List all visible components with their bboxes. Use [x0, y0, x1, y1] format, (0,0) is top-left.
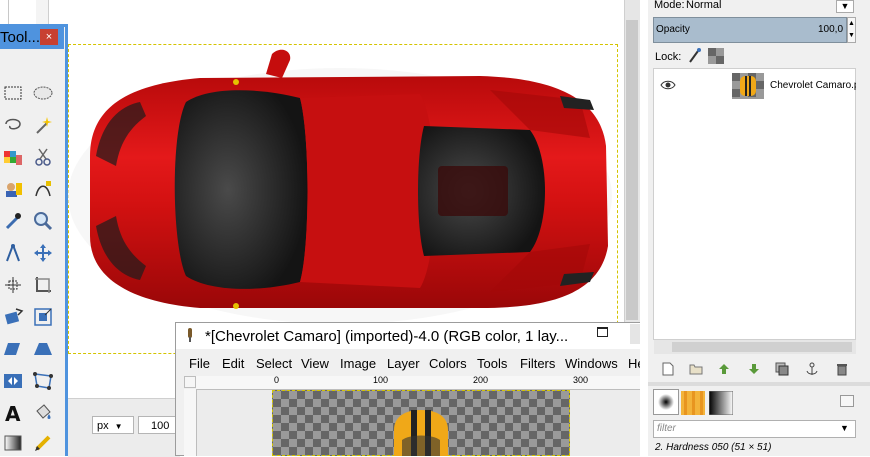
lock-alpha-icon[interactable] [708, 48, 724, 64]
unit-value: px [97, 420, 109, 432]
ruler-tick: 200 [473, 375, 489, 385]
foreground-select-icon[interactable] [0, 176, 26, 202]
flip-icon[interactable] [0, 368, 26, 394]
layers-list [653, 68, 856, 340]
menu-layer[interactable]: Layer [387, 356, 420, 372]
menu-colors[interactable]: Colors [429, 356, 467, 372]
rect-select-icon[interactable] [0, 80, 26, 106]
gimp-icon [188, 328, 192, 342]
toolbox-close-button[interactable]: × [40, 29, 58, 45]
lock-pixels-icon[interactable] [687, 48, 701, 64]
brush-name: 2. Hardness 050 (51 × 51) [655, 442, 772, 453]
layer-thumbnail [732, 73, 764, 99]
dock-divider[interactable] [648, 382, 870, 386]
chevron-down-icon[interactable]: ▼ [836, 0, 854, 13]
ellipse-select-icon[interactable] [30, 80, 56, 106]
toolbox-title: Tool... [0, 29, 41, 46]
paths-icon[interactable] [30, 176, 56, 202]
measure-icon[interactable] [0, 240, 26, 266]
menu-edit[interactable]: Edit [222, 356, 244, 372]
layer-name[interactable]: Chevrolet Camaro.p [770, 80, 856, 92]
dock-separator [640, 0, 648, 456]
gradients-tab[interactable] [709, 391, 733, 415]
panel-menu-icon[interactable] [840, 395, 854, 407]
text-tool-icon[interactable]: A [0, 400, 26, 426]
rotate-icon[interactable] [0, 304, 26, 330]
duplicate-layer-icon[interactable] [774, 361, 790, 377]
cage-transform-icon[interactable] [30, 368, 56, 394]
menu-tools[interactable]: Tools [477, 356, 507, 372]
anchor-layer-icon[interactable] [804, 361, 820, 377]
bucket-fill-icon[interactable] [30, 400, 56, 426]
patterns-tab[interactable] [681, 391, 705, 415]
shear-icon[interactable] [0, 336, 26, 362]
layers-scroll-thumb[interactable] [672, 342, 852, 352]
navigate-corner-button[interactable] [184, 376, 196, 388]
opacity-value[interactable]: 100,0 [818, 23, 843, 37]
scissors-icon[interactable] [30, 144, 56, 170]
chevron-down-icon[interactable]: ▼ [840, 423, 849, 433]
ruler-tick: 100 [373, 375, 389, 385]
color-picker-icon[interactable] [0, 208, 26, 234]
mode-label: Mode: [654, 0, 685, 11]
svg-text:A: A [5, 402, 21, 424]
delete-layer-icon[interactable] [834, 361, 850, 377]
brushes-tab[interactable] [653, 389, 679, 415]
yellow-car-image [394, 410, 448, 456]
menu-select[interactable]: Select [256, 356, 292, 372]
zoom-field[interactable]: 100 % [138, 416, 178, 434]
opacity-label: Opacity [656, 24, 690, 35]
pencil-icon[interactable] [30, 430, 56, 456]
fuzzy-select-icon[interactable] [30, 112, 56, 138]
mode-select[interactable]: Normal [686, 0, 721, 12]
menu-file[interactable]: File [189, 356, 210, 372]
ruler-tick: 300 [573, 375, 589, 385]
image-window-title: *[Chevrolet Camaro] (imported)-4.0 (RGB … [205, 328, 569, 345]
ruler-tick: 0 [274, 375, 280, 385]
raise-layer-icon[interactable] [716, 361, 732, 377]
unit-select[interactable]: px ▼ [92, 416, 134, 434]
lasso-icon[interactable] [0, 112, 26, 138]
move-icon[interactable] [30, 240, 56, 266]
canvas-scroll-thumb[interactable] [626, 20, 638, 320]
new-layer-group-icon[interactable] [688, 361, 704, 377]
lower-layer-icon[interactable] [746, 361, 762, 377]
scale-icon[interactable] [30, 304, 56, 330]
menu-view[interactable]: View [301, 356, 329, 372]
eye-icon[interactable] [660, 79, 676, 91]
crop-icon[interactable] [30, 272, 56, 298]
menu-image[interactable]: Image [340, 356, 376, 372]
zoom-icon[interactable] [30, 208, 56, 234]
brush-filter-input[interactable]: filter [653, 420, 856, 438]
select-by-color-icon[interactable] [0, 144, 26, 170]
new-layer-icon[interactable] [660, 361, 676, 377]
maximize-icon[interactable] [597, 327, 608, 337]
align-icon[interactable] [0, 272, 26, 298]
menu-filters[interactable]: Filters [520, 356, 555, 372]
perspective-icon[interactable] [30, 336, 56, 362]
chevron-down-icon: ▼ [114, 422, 123, 431]
lock-label: Lock: [655, 51, 682, 63]
vertical-ruler [184, 389, 197, 456]
car-image [68, 49, 612, 324]
menu-windows[interactable]: Windows [565, 356, 618, 372]
blend-icon[interactable] [0, 430, 26, 456]
opacity-spinner[interactable]: ▲ ▼ [847, 17, 856, 43]
